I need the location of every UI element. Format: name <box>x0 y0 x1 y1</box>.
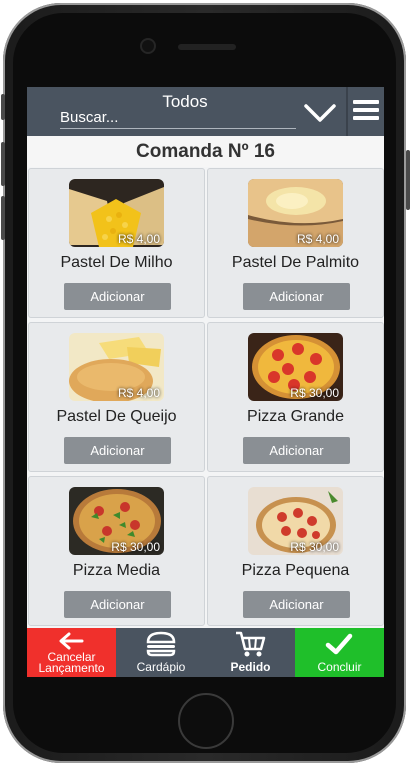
product-card: R$ 30,00 Pizza Pequena Adicionar <box>207 476 384 626</box>
product-card: R$ 4,00 Pastel De Milho Adicionar <box>28 168 205 318</box>
product-name: Pastel De Queijo <box>56 408 177 425</box>
product-image-pizza-pequena: R$ 30,00 <box>248 487 343 555</box>
finish-label: Concluir <box>317 660 362 674</box>
add-button[interactable]: Adicionar <box>243 591 350 618</box>
app-screen: Todos Buscar... Comanda Nº 16 R$ 4,00 Pa… <box>27 87 384 677</box>
product-card: R$ 30,00 Pizza Media Adicionar <box>28 476 205 626</box>
volume-up-button <box>1 142 5 186</box>
order-title: Comanda Nº 16 <box>27 136 384 167</box>
add-button[interactable]: Adicionar <box>64 437 171 464</box>
bottom-nav: Cancelar Lançamento Cardápio Pedido Conc… <box>27 628 384 677</box>
add-button[interactable]: Adicionar <box>64 591 171 618</box>
burger-icon <box>146 631 176 657</box>
volume-down-button <box>1 196 5 240</box>
product-card: R$ 30,00 Pizza Grande Adicionar <box>207 322 384 472</box>
add-button[interactable]: Adicionar <box>243 437 350 464</box>
home-button[interactable] <box>178 693 234 749</box>
product-price: R$ 4,00 <box>117 386 160 400</box>
product-card: R$ 4,00 Pastel De Palmito Adicionar <box>207 168 384 318</box>
search-input[interactable]: Buscar... <box>60 108 296 129</box>
product-image-pizza-grande: R$ 30,00 <box>248 333 343 401</box>
product-price: R$ 4,00 <box>117 232 160 246</box>
product-name: Pastel De Palmito <box>231 254 360 271</box>
chevron-down-icon[interactable] <box>302 97 338 127</box>
product-name: Pizza Media <box>72 562 161 579</box>
add-button[interactable]: Adicionar <box>243 283 350 310</box>
product-name: Pizza Grande <box>247 408 344 425</box>
cart-icon <box>236 631 266 657</box>
product-image-pastel-milho: R$ 4,00 <box>69 179 164 247</box>
power-button <box>406 150 410 210</box>
product-price: R$ 30,00 <box>290 540 339 554</box>
order-tab-button[interactable]: Pedido <box>206 628 295 677</box>
topbar-divider <box>346 87 348 136</box>
check-icon <box>325 633 353 655</box>
top-bar: Todos Buscar... <box>27 87 384 136</box>
finish-button[interactable]: Concluir <box>295 628 384 677</box>
arrow-left-icon <box>59 632 84 650</box>
menu-label: Cardápio <box>136 660 186 674</box>
product-name: Pizza Pequena <box>241 562 350 579</box>
product-image-pastel-palmito: R$ 4,00 <box>248 179 343 247</box>
mute-switch <box>1 94 5 120</box>
product-grid: R$ 4,00 Pastel De Milho Adicionar R$ 4,0… <box>27 167 384 628</box>
earpiece-speaker <box>178 44 236 50</box>
product-price: R$ 30,00 <box>111 540 160 554</box>
product-image-pastel-queijo: R$ 4,00 <box>69 333 164 401</box>
cancel-entry-button[interactable]: Cancelar Lançamento <box>27 628 116 677</box>
hamburger-menu-icon[interactable] <box>353 97 379 127</box>
product-image-pizza-media: R$ 30,00 <box>69 487 164 555</box>
order-label: Pedido <box>230 660 271 674</box>
product-price: R$ 30,00 <box>290 386 339 400</box>
product-name: Pastel De Milho <box>60 254 173 271</box>
add-button[interactable]: Adicionar <box>64 283 171 310</box>
product-price: R$ 4,00 <box>296 232 339 246</box>
product-card: R$ 4,00 Pastel De Queijo Adicionar <box>28 322 205 472</box>
cancel-label-line2: Lançamento <box>38 661 105 675</box>
menu-tab-button[interactable]: Cardápio <box>116 628 206 677</box>
front-camera <box>142 40 154 52</box>
